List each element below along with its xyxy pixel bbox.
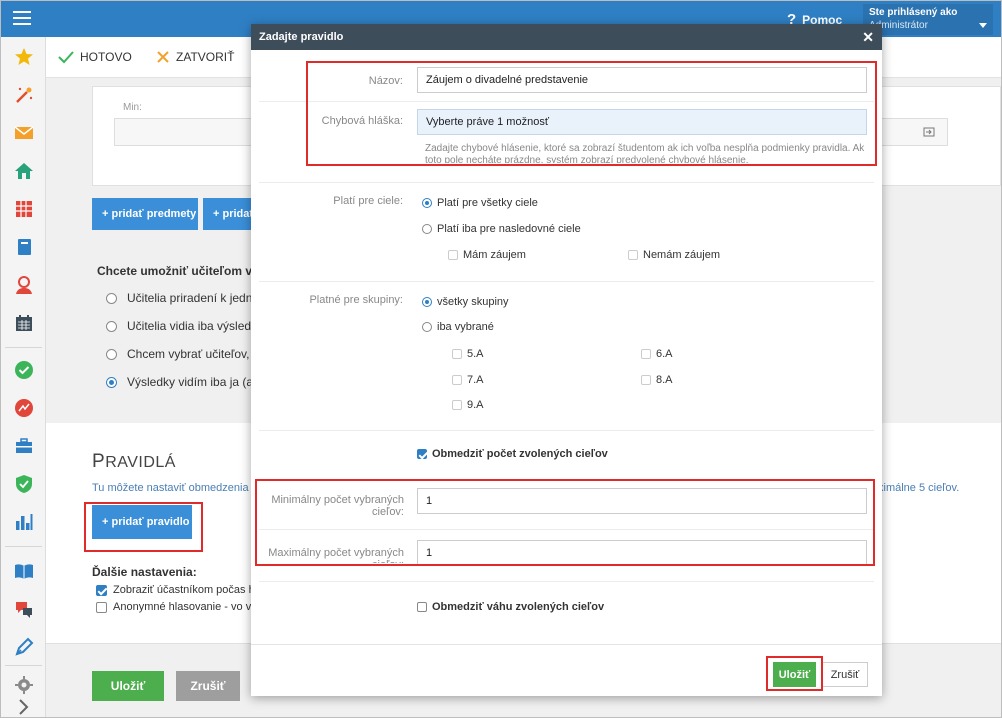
rules-description-end: ximálne 5 cieľov. [878, 482, 960, 494]
sidebar [1, 37, 46, 717]
radio-selected-groups[interactable]: iba vybrané [422, 321, 494, 333]
close-icon [157, 51, 169, 63]
max-count-label: Maximálny počet vybraných cieľov: [268, 547, 404, 563]
rules-title: PRAVIDLÁ [92, 451, 176, 472]
briefcase-icon[interactable] [14, 436, 34, 456]
book-icon[interactable] [14, 561, 34, 581]
radio-teachers-results[interactable]: Učitelia vidia iba výsledky [106, 319, 251, 333]
sidebar-divider [5, 347, 42, 348]
targets-label: Platí pre ciele: [333, 195, 403, 207]
sidebar-divider [5, 546, 42, 547]
chart-badge-icon[interactable] [14, 398, 34, 418]
radio-choose-teachers[interactable]: Chcem vybrať učiteľov, ktorí [106, 347, 251, 361]
user-menu[interactable]: Ste prihlásený ako Administrátor [863, 4, 993, 35]
close-icon[interactable]: ✕ [862, 29, 874, 46]
divider [259, 182, 874, 183]
groups-label: Platné pre skupiny: [309, 294, 403, 306]
notebook-icon[interactable] [14, 237, 34, 257]
divider [259, 101, 874, 102]
add-rule-button[interactable]: + pridať pravidlo [92, 505, 192, 539]
gear-icon[interactable] [14, 675, 34, 695]
star-icon[interactable] [14, 47, 34, 67]
chat-icon[interactable] [14, 599, 34, 619]
done-button[interactable]: HOTOVO [58, 50, 132, 64]
check-circle-icon[interactable] [14, 360, 34, 380]
name-label: Názov: [368, 75, 403, 87]
cancel-button[interactable]: Zrušiť [176, 671, 240, 701]
limit-weight-checkbox[interactable]: Obmedziť váhu zvolených cieľov [417, 601, 604, 613]
radio-all-targets[interactable]: Platí pre všetky ciele [422, 197, 538, 209]
chevron-down-icon [979, 23, 987, 28]
dialog-save-button[interactable]: Uložiť [773, 662, 816, 687]
add-item-button[interactable]: + pridať [203, 198, 251, 230]
dialog-title: Zadajte pravidlo [259, 31, 344, 43]
radio-all-groups[interactable]: všetky skupiny [422, 296, 509, 308]
teachers-question: Chcete umožniť učiteľom vidieť [97, 264, 251, 278]
show-participants-checkbox[interactable]: Zobraziť účastníkom počas hlasovania [96, 584, 251, 596]
save-button[interactable]: Uložiť [92, 671, 164, 701]
checkbox-interested[interactable]: Mám záujem [448, 249, 526, 261]
limit-count-checkbox[interactable]: Obmedziť počet zvolených cieľov [417, 448, 608, 460]
divider [259, 581, 874, 582]
max-count-input[interactable]: 1 [417, 540, 867, 566]
dialog-header: Zadajte pravidlo ✕ [251, 24, 882, 50]
more-settings-title: Ďalšie nastavenia: [92, 565, 197, 579]
sidebar-divider [5, 665, 42, 666]
min-input[interactable] [114, 118, 254, 146]
user-icon[interactable] [14, 275, 34, 295]
radio-selected-targets[interactable]: Platí iba pre nasledovné ciele [422, 223, 581, 235]
bar-chart-icon[interactable] [14, 512, 34, 532]
min-label: Min: [123, 102, 142, 113]
user-role: Administrátor [869, 20, 928, 31]
error-message-input[interactable]: Vyberte práve 1 možnosť [417, 109, 867, 135]
add-subjects-button[interactable]: + pridať predmety [92, 198, 198, 230]
error-message-label: Chybová hláška: [321, 115, 403, 127]
enter-icon [923, 127, 935, 137]
envelope-icon[interactable] [14, 123, 34, 143]
rule-dialog: Zadajte pravidlo ✕ Názov: Záujem o divad… [251, 24, 882, 696]
menu-icon[interactable] [13, 11, 31, 25]
name-input[interactable]: Záujem o divadelné predstavenie [417, 67, 867, 93]
rules-description: Tu môžete nastaviť obmedzenia pre [92, 482, 252, 494]
user-label: Ste prihlásený ako [869, 7, 958, 18]
close-button[interactable]: ZATVORIŤ [156, 50, 234, 64]
anonymous-voting-checkbox[interactable]: Anonymné hlasovanie - vo výsledkoch [96, 601, 251, 613]
timetable-icon[interactable] [14, 199, 34, 219]
error-message-help: Zadajte chybové hlásenie, ktoré sa zobra… [425, 143, 865, 163]
radio-only-me[interactable]: Výsledky vidím iba ja (a administrátori) [106, 375, 251, 389]
checkbox-group-5a[interactable]: 5.A [452, 348, 484, 360]
check-icon [58, 51, 74, 64]
min-count-label: Minimálny počet vybraných cieľov: [271, 494, 404, 518]
pen-icon[interactable] [14, 637, 34, 657]
divider [259, 529, 874, 530]
checkbox-group-7a[interactable]: 7.A [452, 374, 484, 386]
calendar-icon[interactable] [14, 313, 34, 333]
checkbox-group-9a[interactable]: 9.A [452, 399, 484, 411]
min-count-input[interactable]: 1 [417, 488, 867, 514]
home-icon[interactable] [14, 161, 34, 181]
divider [259, 430, 874, 431]
app-window: ?Pomoc Ste prihlásený ako Administrátor [0, 0, 1002, 718]
divider [259, 281, 874, 282]
chevron-right-icon[interactable] [17, 697, 31, 717]
checkbox-not-interested[interactable]: Nemám záujem [628, 249, 720, 261]
dialog-cancel-button[interactable]: Zrušiť [822, 662, 868, 687]
checkbox-group-6a[interactable]: 6.A [641, 348, 673, 360]
magic-wand-icon[interactable] [14, 85, 34, 105]
radio-teachers-assigned[interactable]: Učitelia priradení k jednotlivým [106, 291, 251, 305]
shield-icon[interactable] [14, 474, 34, 494]
checkbox-group-8a[interactable]: 8.A [641, 374, 673, 386]
dialog-footer: Uložiť Zrušiť [251, 644, 882, 696]
max-input[interactable] [878, 118, 948, 146]
